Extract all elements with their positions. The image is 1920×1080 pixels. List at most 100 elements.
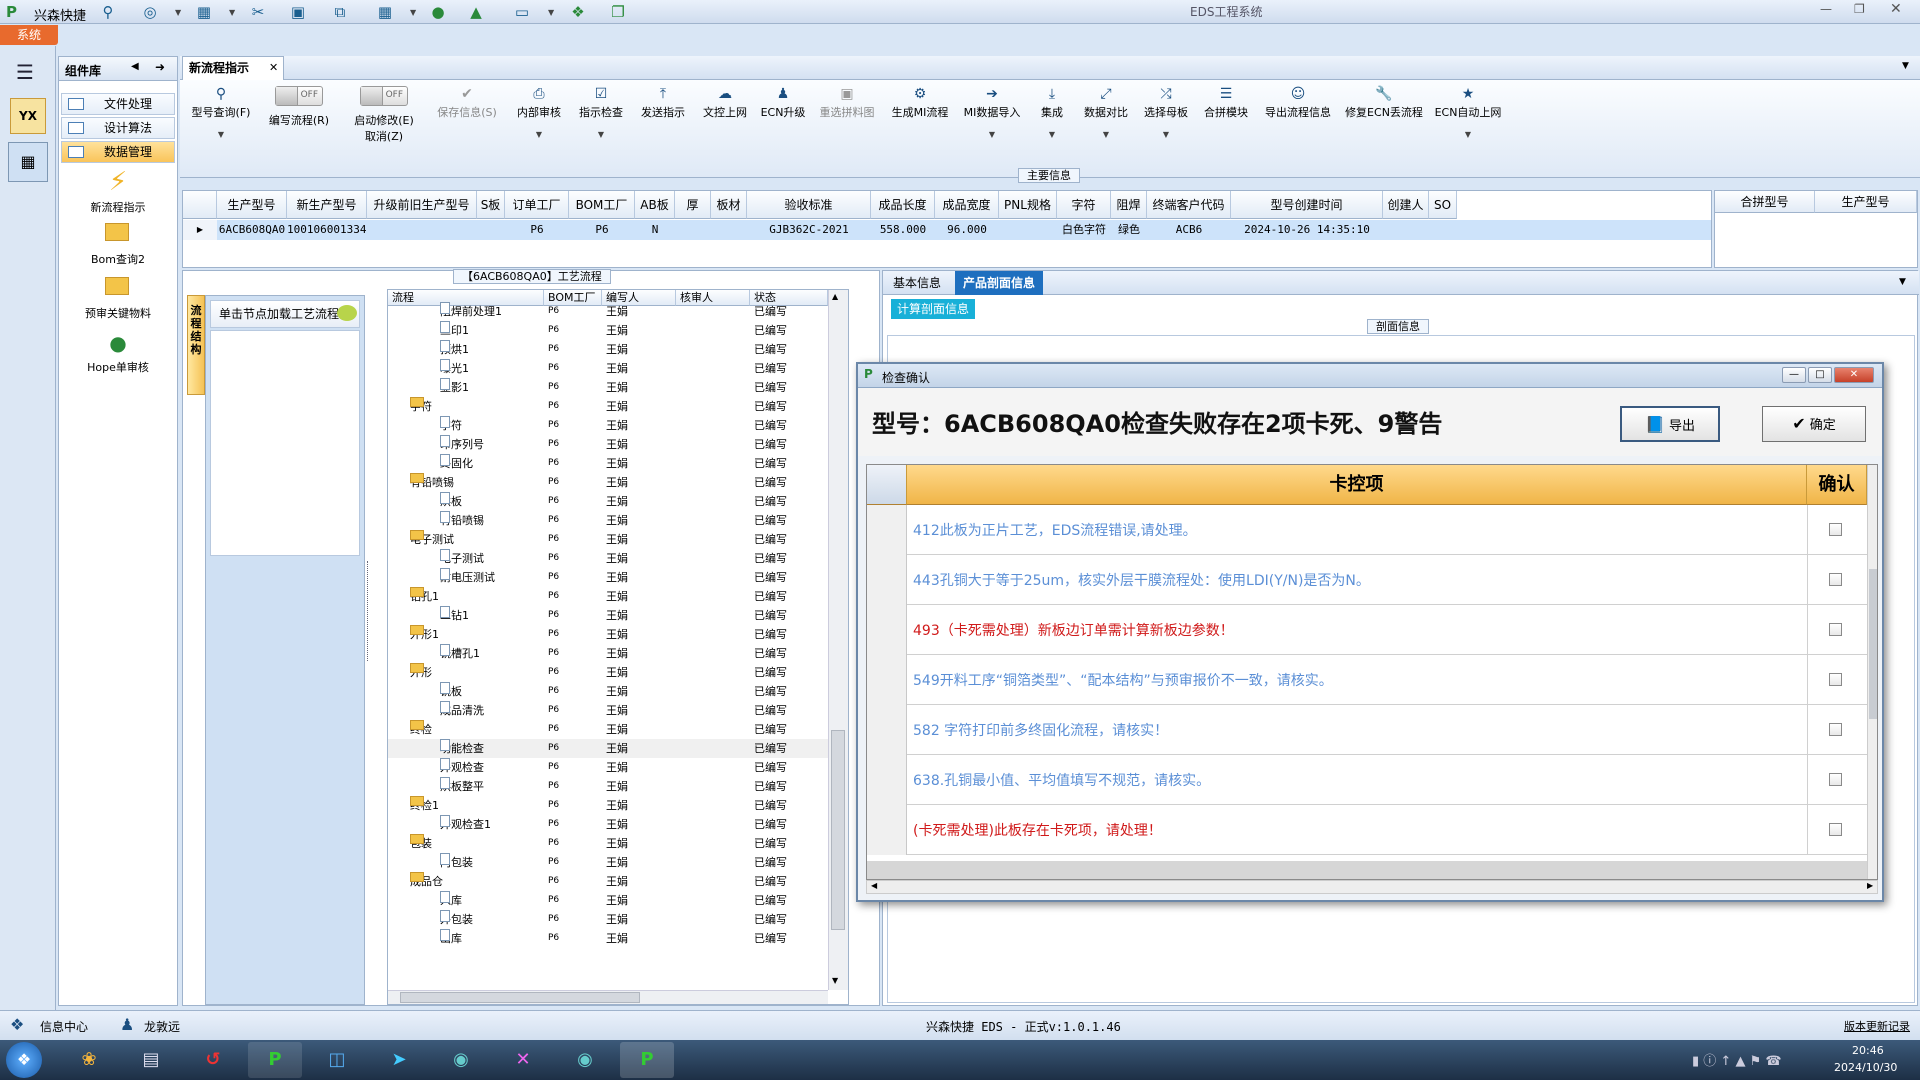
tree-node-name[interactable]: −字符 xyxy=(410,397,432,416)
tree-node-name[interactable]: 外观检查1 xyxy=(440,815,491,834)
load-process-button[interactable]: 单击节点加载工艺流程 xyxy=(210,300,360,328)
yx-module-icon[interactable]: YX xyxy=(10,98,46,134)
tree-node-name[interactable]: 耐电压测试 xyxy=(440,568,495,587)
column-header[interactable]: 订单工厂 xyxy=(505,191,569,219)
search-icon[interactable]: ⚲ xyxy=(98,3,118,21)
tree-node-name[interactable]: 出库 xyxy=(440,929,462,948)
film-icon[interactable]: ▣ xyxy=(288,3,308,21)
column-header-control-item[interactable]: 卡控项 xyxy=(907,465,1807,505)
calc-profile-button[interactable]: 计算剖面信息 xyxy=(891,299,976,319)
column-header[interactable]: 新生产型号 xyxy=(287,191,367,219)
tree-row[interactable]: 电子测试 P6 王娟 已编写 xyxy=(388,549,828,568)
internal-audit-button[interactable]: ⎙ 内部审核 ▼ xyxy=(510,86,568,166)
column-header[interactable]: 升级前旧生产型号 xyxy=(367,191,477,219)
column-header[interactable]: 合拼型号 xyxy=(1715,191,1815,213)
lifebuoy-icon[interactable]: ◎ xyxy=(140,3,160,21)
tree-node-name[interactable]: −外形1 xyxy=(410,625,439,644)
tab-new-process[interactable]: 新流程指示 ✕ xyxy=(182,56,284,80)
eye-app-icon[interactable]: ◉ xyxy=(558,1042,612,1078)
tree-row[interactable]: −包装 P6 王娟 已编写 xyxy=(388,834,828,853)
tree-node-name[interactable]: −外形 xyxy=(410,663,432,682)
cancel-label[interactable]: 取消(Z) xyxy=(346,128,422,144)
reselect-panel-image-button[interactable]: ▣ 重选拼料图 xyxy=(812,86,882,166)
monitor-icon[interactable]: ▭ xyxy=(512,3,532,21)
column-header[interactable]: 验收标准 xyxy=(747,191,871,219)
bom-query2-item[interactable]: Bom查询2 xyxy=(73,223,163,267)
windows-icon[interactable]: ❖ xyxy=(568,3,588,21)
tree-row[interactable]: 功能检查 P6 王娟 已编写 xyxy=(388,739,828,758)
tree-row[interactable]: 外包装 P6 王娟 已编写 xyxy=(388,910,828,929)
column-header[interactable]: 成品长度 xyxy=(871,191,935,219)
column-header[interactable]: AB板 xyxy=(635,191,675,219)
pin-icon[interactable]: ➜ xyxy=(155,60,165,74)
tree-node-name[interactable]: 曝光1 xyxy=(440,359,469,378)
tree-row[interactable]: 烘板 P6 王娟 已编写 xyxy=(388,492,828,511)
restore-button[interactable]: ❐ xyxy=(1854,2,1865,16)
model-query-button[interactable]: ⚲ 型号查询(F) ▼ xyxy=(186,86,256,166)
table-cell[interactable]: 96.000 xyxy=(935,220,999,240)
tree-node-name[interactable]: 外观检查 xyxy=(440,758,484,777)
send-instruction-button[interactable]: ⤒ 发送指示 xyxy=(634,86,692,166)
tree-node-name[interactable]: 印序列号 xyxy=(440,435,484,454)
comp-item-design-algorithm[interactable]: 设计算法 xyxy=(61,117,175,139)
tree-node-name[interactable]: 烘板 xyxy=(440,492,462,511)
chevron-down-icon[interactable]: ▼ xyxy=(229,8,235,17)
export-button[interactable]: 📘 导出 xyxy=(1620,406,1720,442)
row-header[interactable] xyxy=(867,705,907,755)
control-item-row[interactable]: 582 字符打印前多终固化流程，请核实！ xyxy=(867,705,1877,755)
tree-row[interactable]: −成品仓 P6 王娟 已编写 xyxy=(388,872,828,891)
table-cell[interactable]: P6 xyxy=(505,220,569,240)
table-cell[interactable]: ACB6 xyxy=(1147,220,1231,240)
dialog-minimize-button[interactable]: — xyxy=(1782,367,1806,383)
column-header-confirm[interactable]: 确认 xyxy=(1807,465,1867,505)
tree-row[interactable]: −钻孔1 P6 王娟 已编写 xyxy=(388,587,828,606)
tree-row[interactable]: 出库 P6 王娟 已编写 xyxy=(388,929,828,948)
control-item-row[interactable]: 412此板为正片工艺，EDS流程错误,请处理。 xyxy=(867,505,1877,555)
splitter-handle[interactable] xyxy=(367,561,373,661)
tree-node-name[interactable]: 入库 xyxy=(440,891,462,910)
horizontal-scrollbar[interactable]: ◀ ▶ xyxy=(866,880,1878,894)
copy-icon[interactable]: ⧉ xyxy=(330,3,350,21)
edit-process-toggle[interactable]: OFF 编写流程(R) xyxy=(264,86,334,166)
tree-row[interactable]: −外形 P6 王娟 已编写 xyxy=(388,663,828,682)
red-app-icon[interactable]: ↺ xyxy=(186,1042,240,1078)
info-center-link[interactable]: 信息中心 xyxy=(40,1018,88,1035)
tree-node-name[interactable]: 电子测试 xyxy=(440,549,484,568)
tree-row[interactable]: 印序列号 P6 王娟 已编写 xyxy=(388,435,828,454)
generate-mi-process-button[interactable]: ⚙ 生成MI流程 xyxy=(886,86,954,166)
column-header[interactable]: BOM工厂 xyxy=(569,191,635,219)
chart-icon[interactable]: ▲ xyxy=(466,3,486,21)
chevron-down-icon[interactable]: ▼ xyxy=(410,8,416,17)
tree-row[interactable]: 有铅喷锡 P6 王娟 已编写 xyxy=(388,511,828,530)
tree-node-name[interactable]: 字符 xyxy=(440,416,462,435)
system-menu-button[interactable]: 系统 xyxy=(0,25,58,45)
row-header[interactable] xyxy=(867,505,907,555)
tree-node-name[interactable]: 烘板整平 xyxy=(440,777,484,796)
hope-audit-item[interactable]: ● Hope单审核 xyxy=(73,331,163,375)
tree-row[interactable]: 外观检查1 P6 王娟 已编写 xyxy=(388,815,828,834)
tab-basic-info[interactable]: 基本信息 xyxy=(885,271,949,295)
collapse-left-icon[interactable]: ◀ xyxy=(131,61,139,72)
tree-row[interactable]: 成品清洗 P6 王娟 已编写 xyxy=(388,701,828,720)
mi-data-import-button[interactable]: ➔ MI数据导入 ▼ xyxy=(958,86,1026,166)
doc-control-online-button[interactable]: ☁ 文控上网 xyxy=(696,86,754,166)
tree-row[interactable]: −终检1 P6 王娟 已编写 xyxy=(388,796,828,815)
confirm-checkbox[interactable] xyxy=(1829,573,1842,586)
tree-row[interactable]: 阻焊前处理1 P6 王娟 已编写 xyxy=(388,302,828,321)
tree-node-name[interactable]: 铣槽孔1 xyxy=(440,644,480,663)
shell-app-icon[interactable]: ❀ xyxy=(62,1042,116,1078)
eds-app-icon[interactable]: P xyxy=(620,1042,674,1078)
grid-icon[interactable]: ▦ xyxy=(375,3,395,21)
column-header[interactable]: 厚 xyxy=(675,191,711,219)
update-log-link[interactable]: 版本更新记录 xyxy=(1844,1018,1910,1034)
tree-row[interactable]: 铣板 P6 王娟 已编写 xyxy=(388,682,828,701)
row-header[interactable] xyxy=(867,555,907,605)
start-modify-toggle[interactable]: OFF 启动修改(E) 取消(Z) xyxy=(346,86,422,166)
control-item-row[interactable]: 638.孔铜最小值、平均值填写不规范，请核实。 xyxy=(867,755,1877,805)
row-header[interactable] xyxy=(867,805,907,855)
column-header[interactable]: 阻焊 xyxy=(1111,191,1147,219)
tree-node-name[interactable]: −终检1 xyxy=(410,796,439,815)
tree-row[interactable]: 入库 P6 王娟 已编写 xyxy=(388,891,828,910)
integrate-button[interactable]: ⤓ 集成 ▼ xyxy=(1030,86,1074,166)
tree-node-name[interactable]: −终检 xyxy=(410,720,432,739)
